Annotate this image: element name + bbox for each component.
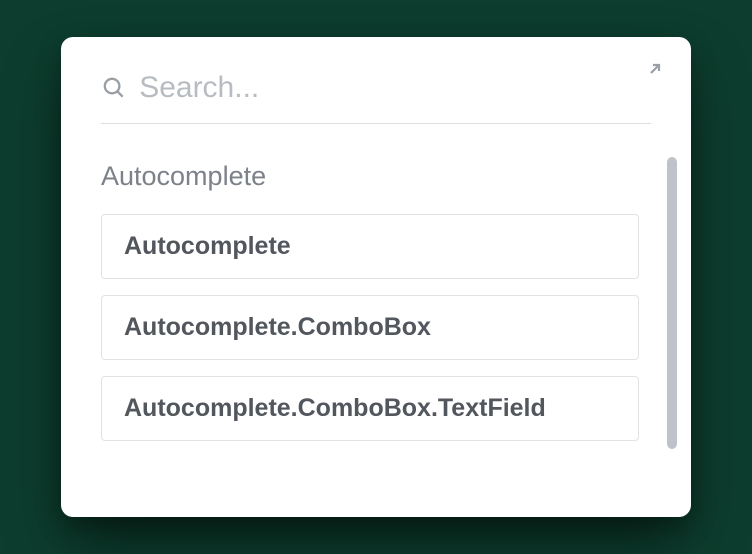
section-heading: Autocomplete [101, 161, 639, 192]
search-panel: Autocomplete Autocomplete Autocomplete.C… [61, 37, 691, 517]
search-icon [101, 75, 125, 101]
search-input[interactable] [139, 71, 651, 105]
scrollbar-thumb[interactable] [667, 157, 677, 449]
search-row [101, 65, 651, 124]
scrollbar-track [667, 157, 677, 497]
result-item[interactable]: Autocomplete [101, 214, 639, 279]
expand-icon[interactable] [645, 59, 665, 79]
panel-body: Autocomplete Autocomplete Autocomplete.C… [61, 37, 691, 517]
result-item[interactable]: Autocomplete.ComboBox [101, 295, 639, 360]
results-area: Autocomplete Autocomplete Autocomplete.C… [101, 153, 663, 517]
result-item[interactable]: Autocomplete.ComboBox.TextField [101, 376, 639, 441]
